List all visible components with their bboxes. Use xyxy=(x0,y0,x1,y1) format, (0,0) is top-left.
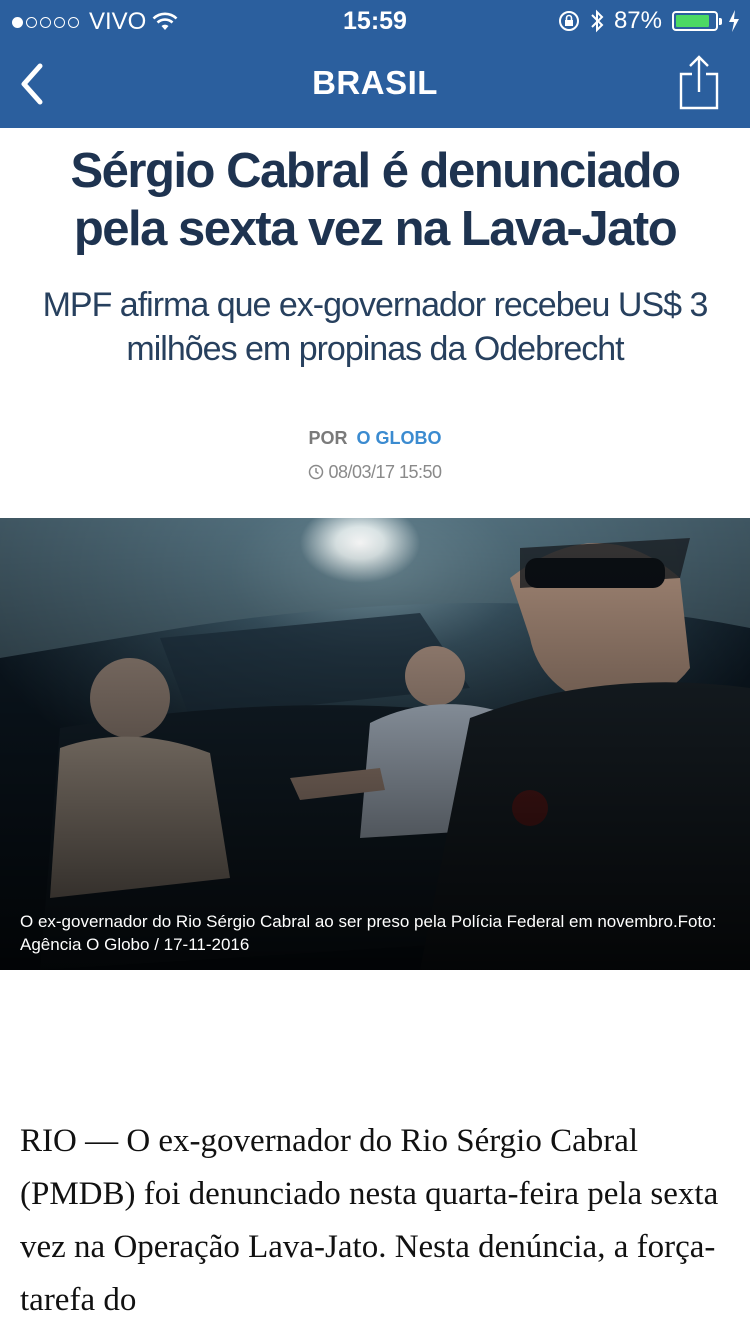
clock-icon xyxy=(309,464,324,480)
publish-date-text: 08/03/17 15:50 xyxy=(328,462,442,482)
article-headline: Sérgio Cabral é denunciado pela sexta ve… xyxy=(70,144,681,256)
article-subheadline: MPF afirma que ex-governador recebeu US$… xyxy=(42,286,709,368)
byline-prefix: POR xyxy=(308,428,348,448)
photo-caption: O ex-governador do Rio Sérgio Cabral ao … xyxy=(20,912,717,954)
status-right: 87% xyxy=(558,7,740,35)
navigation-bar: BRASIL xyxy=(0,40,750,128)
battery-percentage: 87% xyxy=(613,7,662,34)
byline: POR O GLOBO xyxy=(0,428,750,449)
article-body: RIO — O ex-governador do Rio Sérgio Cabr… xyxy=(20,1123,719,1318)
section-title: BRASIL xyxy=(312,64,438,101)
publish-date: 08/03/17 15:50 xyxy=(0,462,750,483)
battery-icon xyxy=(672,11,722,31)
charging-bolt-icon xyxy=(729,10,739,32)
article-photo[interactable]: O ex-governador do Rio Sérgio Cabral ao … xyxy=(0,518,750,970)
photo-image xyxy=(0,518,750,970)
bluetooth-icon xyxy=(591,9,604,33)
source-link[interactable]: O GLOBO xyxy=(357,428,442,448)
orientation-lock-icon xyxy=(558,11,579,31)
status-bar: VIVO 15:59 87% xyxy=(0,0,750,40)
battery-level-fill xyxy=(676,15,710,27)
share-icon[interactable] xyxy=(678,54,720,110)
